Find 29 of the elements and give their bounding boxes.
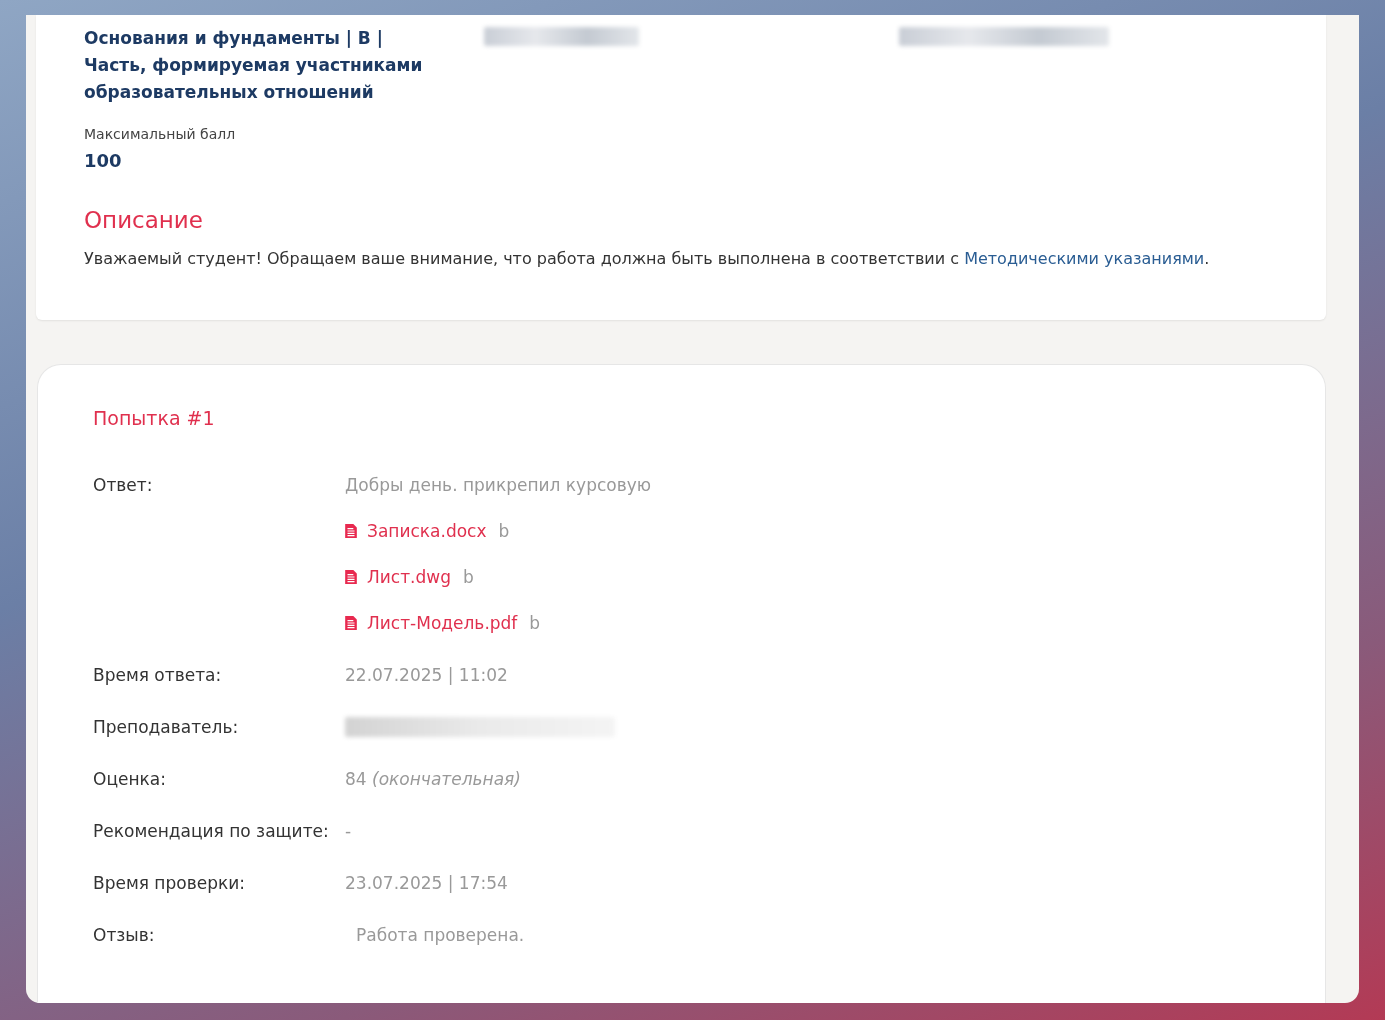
- document-icon: [345, 570, 357, 584]
- document-icon: [345, 524, 357, 538]
- description-text: Уважаемый студент! Обращаем ваше внимание, что работа должна быть выполнена в соответствии с Методическими указаниями.: [84, 249, 1211, 268]
- file-link[interactable]: Лист.dwg: [367, 567, 451, 587]
- guidelines-link[interactable]: Методическими указаниями: [964, 249, 1205, 268]
- answer-text: Добры день. прикрепил курсовую: [345, 475, 652, 495]
- field-label: Отзыв:: [93, 925, 156, 945]
- document-icon: [345, 616, 357, 630]
- course-title: Основания и фундаменты | В | Часть, формируемая участниками образовательных отношений: [84, 27, 424, 104]
- max-score-value: 100: [84, 150, 123, 171]
- field-label: Преподаватель:: [93, 717, 240, 737]
- field-value: 22.07.2025 | 11:02: [345, 665, 508, 685]
- field-label: Рекомендация по защите:: [93, 821, 330, 841]
- file-size: b: [498, 521, 510, 541]
- field-label: Время ответа:: [93, 665, 223, 685]
- grade-value: 84 (окончательная): [345, 769, 521, 789]
- file-link[interactable]: Записка.docx: [367, 521, 487, 541]
- field-value: -: [345, 821, 352, 841]
- file-size: b: [463, 567, 474, 587]
- feedback-text: Работа проверена.: [356, 925, 525, 945]
- field-label: Время проверки:: [93, 873, 246, 893]
- attempt-title: Попытка #1: [93, 407, 216, 429]
- field-label: Ответ:: [93, 475, 154, 497]
- file-size: b: [529, 613, 541, 633]
- file-link[interactable]: Лист-Модель.pdf: [367, 613, 518, 633]
- max-score-label: Максимальный балл: [84, 126, 237, 142]
- field-label: Оценка:: [93, 769, 167, 789]
- description-heading: Описание: [84, 207, 204, 233]
- field-value: 23.07.2025 | 17:54: [345, 873, 508, 893]
